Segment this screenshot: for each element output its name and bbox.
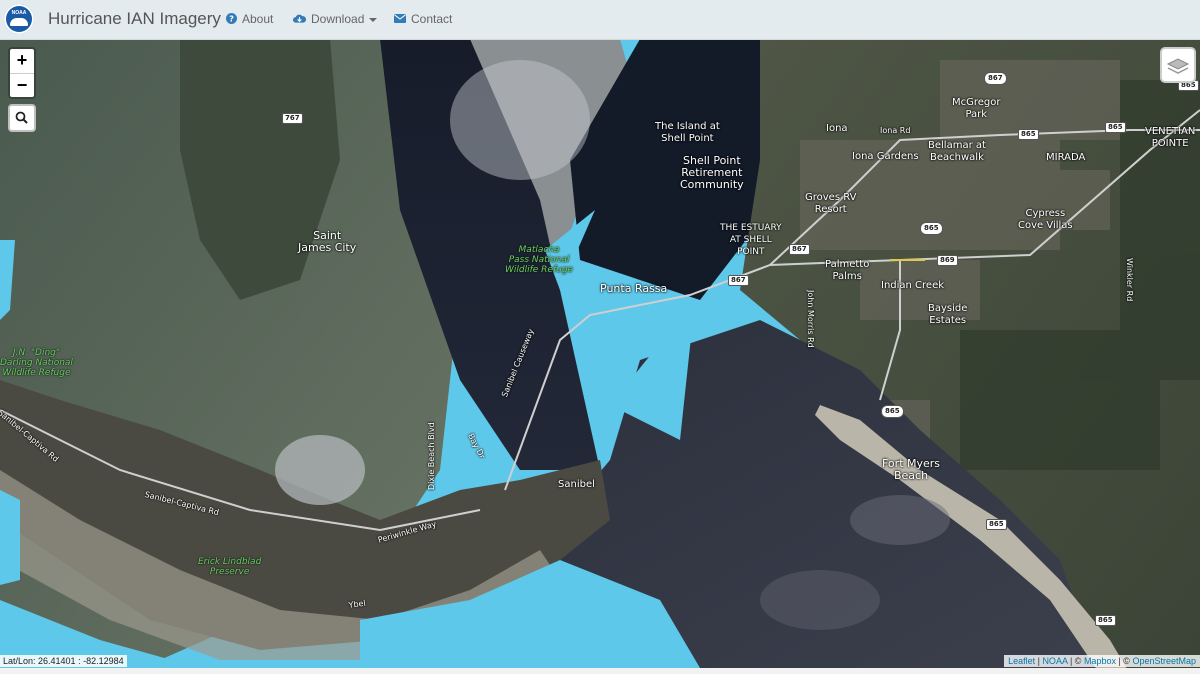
- caret-down-icon: [369, 17, 378, 22]
- layers-control-button[interactable]: [1160, 47, 1196, 83]
- route-shield-865: 865: [1018, 129, 1039, 140]
- nav-contact-link[interactable]: Contact: [411, 12, 452, 26]
- route-shield-865: 865: [1095, 615, 1116, 626]
- route-shield-865: 865: [881, 405, 904, 418]
- mapbox-link[interactable]: Mapbox: [1084, 656, 1116, 666]
- noaa-link[interactable]: NOAA: [1042, 656, 1067, 666]
- route-shield-767: 767: [282, 113, 303, 124]
- map-attribution: Leaflet | NOAA | © Mapbox | © OpenStreet…: [1004, 655, 1200, 667]
- route-shield-867: 867: [728, 275, 749, 286]
- nav-about-link[interactable]: About: [242, 12, 273, 26]
- app-title[interactable]: Hurricane IAN Imagery: [48, 9, 221, 29]
- route-shield-865: 865: [986, 519, 1007, 530]
- attribution-separator: | ©: [1067, 656, 1084, 666]
- route-shield-865: 865: [1105, 122, 1126, 133]
- question-circle-icon: ?: [226, 13, 237, 24]
- stacked-layers-icon: [1166, 58, 1190, 74]
- zoom-control: + −: [8, 47, 36, 99]
- search-button[interactable]: [8, 104, 36, 132]
- route-shield-869: 869: [937, 255, 958, 266]
- magnifier-icon: [15, 111, 28, 124]
- openstreetmap-link[interactable]: OpenStreetMap: [1132, 656, 1196, 666]
- attribution-separator: | ©: [1115, 656, 1133, 666]
- svg-text:?: ?: [229, 13, 234, 23]
- leaflet-link[interactable]: Leaflet: [1008, 656, 1035, 666]
- cloud-download-icon: [293, 14, 306, 23]
- envelope-icon: [394, 14, 406, 23]
- noaa-logo-icon[interactable]: NOAA: [4, 4, 34, 34]
- top-navbar: NOAA Hurricane IAN Imagery ? About Downl…: [0, 0, 1200, 40]
- zoom-in-button[interactable]: +: [10, 49, 34, 74]
- latlon-readout: Lat/Lon: 26.41401 : -82.12984: [0, 655, 127, 667]
- route-shield-867: 867: [984, 72, 1007, 85]
- map-canvas[interactable]: Saint James City Punta Rassa The Island …: [0, 0, 1200, 674]
- route-shield-867: 867: [789, 244, 810, 255]
- page-footer: [0, 668, 1200, 674]
- nav-download-dropdown[interactable]: Download: [311, 12, 378, 26]
- satellite-imagery-layer: [0, 39, 1200, 674]
- zoom-out-button[interactable]: −: [10, 74, 34, 98]
- route-shield-865: 865: [920, 222, 943, 235]
